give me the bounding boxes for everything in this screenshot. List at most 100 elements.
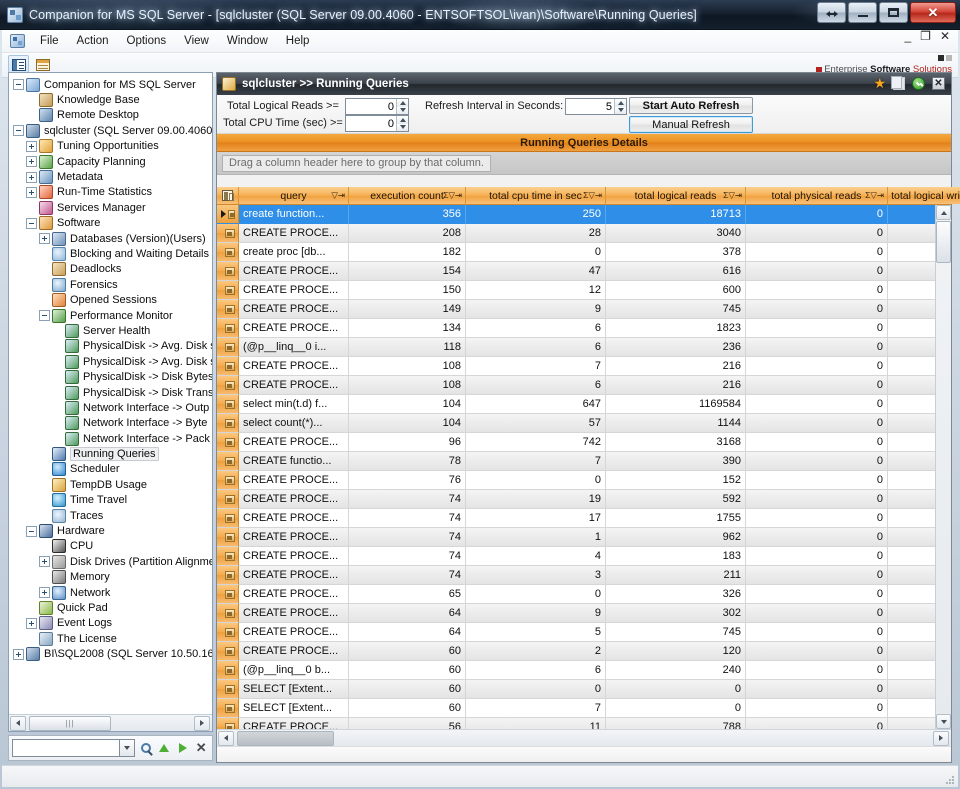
table-row[interactable]: CREATE PROCE... 76 0 152 0 (217, 471, 951, 490)
tree-item-running-queries[interactable]: Running Queries (11, 446, 212, 462)
tree-item-metadata[interactable]: Metadata (11, 169, 212, 185)
grid-scroll-right-button[interactable] (933, 730, 949, 746)
tree-item-event-logs[interactable]: Event Logs (11, 616, 212, 631)
table-row[interactable]: (@p__linq__0 b... 60 6 240 0 (217, 661, 951, 680)
spin-up-button[interactable] (397, 99, 408, 107)
group-by-panel[interactable]: Drag a column header here to group by th… (217, 152, 951, 175)
grid-column-header-query[interactable]: query ▽⇥ (239, 187, 349, 204)
maximize-button[interactable] (879, 2, 908, 23)
spin-up-button[interactable] (615, 99, 626, 107)
tree-item-companion-for-ms-sql-server[interactable]: Companion for MS SQL Server (11, 77, 212, 92)
table-row[interactable]: CREATE PROCE... 74 3 211 0 (217, 566, 951, 585)
tree-item-tempdb-usage[interactable]: TempDB Usage (11, 477, 212, 492)
row-indicator[interactable] (217, 395, 239, 414)
table-row[interactable]: CREATE PROCE... 74 1 962 0 (217, 528, 951, 547)
column-chooser-button[interactable] (217, 187, 239, 204)
column-filter-sort-icons[interactable]: Σ▽⇥ (865, 190, 884, 201)
expand-icon[interactable] (39, 233, 50, 245)
expand-icon[interactable] (26, 617, 37, 629)
row-indicator[interactable] (217, 452, 239, 471)
tree-item-network-interface-outp[interactable]: Network Interface -> Outp (11, 400, 212, 415)
tree-item-deadlocks[interactable]: Deadlocks (11, 262, 212, 277)
favorite-star-icon[interactable]: ★ (873, 76, 886, 90)
tree-item-network[interactable]: Network (11, 585, 212, 600)
minimize-button[interactable] (848, 2, 877, 23)
table-row[interactable]: CREATE PROCE... 56 11 788 0 (217, 718, 951, 729)
grid-body[interactable]: create function... 356 250 18713 0 CREATE PRO… (217, 205, 951, 729)
column-filter-sort-icons[interactable]: Σ▽⇥ (583, 190, 602, 201)
expand-icon[interactable] (26, 171, 37, 183)
logical-reads-input[interactable] (346, 99, 396, 114)
grid-hscroll-thumb[interactable] (237, 730, 334, 746)
mdi-close-button[interactable]: ✕ (940, 30, 950, 42)
table-row[interactable]: select min(t.d) f... 104 647 1169584 0 (217, 395, 951, 414)
start-auto-refresh-button[interactable]: Start Auto Refresh (629, 97, 753, 114)
tree-item-tuning-opportunities[interactable]: Tuning Opportunities (11, 139, 212, 154)
table-row[interactable]: CREATE functio... 78 7 390 0 (217, 452, 951, 471)
tree-item-time-travel[interactable]: Time Travel (11, 493, 212, 508)
table-row[interactable]: CREATE PROCE... 134 6 1823 0 (217, 319, 951, 338)
tree-item-databases-version-users[interactable]: Databases (Version)(Users) (11, 231, 212, 246)
row-indicator[interactable] (217, 718, 239, 729)
collapse-icon[interactable] (39, 310, 50, 322)
row-indicator[interactable] (217, 490, 239, 509)
refresh-interval-input[interactable] (566, 99, 614, 114)
logical-reads-spin-buttons[interactable] (396, 99, 408, 114)
row-indicator[interactable] (217, 300, 239, 319)
row-indicator[interactable] (217, 547, 239, 566)
table-row[interactable]: CREATE PROCE... 74 17 1755 0 (217, 509, 951, 528)
row-indicator[interactable] (217, 661, 239, 680)
table-row[interactable]: CREATE PROCE... 74 19 592 0 (217, 490, 951, 509)
row-indicator[interactable] (217, 281, 239, 300)
collapse-icon[interactable] (13, 125, 24, 137)
tree-item-the-license[interactable]: The License (11, 631, 212, 646)
tree-item-network-interface-byte[interactable]: Network Interface -> Byte (11, 416, 212, 431)
table-row[interactable]: CREATE PROCE... 108 7 216 0 (217, 357, 951, 376)
table-row[interactable]: (@p__linq__0 i... 118 6 236 0 (217, 338, 951, 357)
tree-scroll-right-button[interactable] (194, 715, 210, 731)
table-row[interactable]: CREATE PROCE... 149 9 745 0 (217, 300, 951, 319)
collapse-icon[interactable] (13, 79, 24, 91)
tree-item-sqlcluster-sql-server-09-00-4060[interactable]: sqlcluster (SQL Server 09.00.4060 - (11, 123, 212, 138)
tree-item-physicaldisk-avg-disk-s[interactable]: PhysicalDisk -> Avg. Disk s (11, 339, 212, 354)
collapse-icon[interactable] (26, 217, 37, 229)
menu-item-view[interactable]: View (175, 32, 218, 50)
grid-column-header-total-logical-writes[interactable]: total logical writes (888, 187, 960, 204)
collapse-icon[interactable] (26, 525, 37, 537)
grid-column-header-total-physical-reads[interactable]: total physical reads Σ▽⇥ (746, 187, 888, 204)
table-row[interactable]: CREATE PROCE... 96 742 3168 0 (217, 433, 951, 452)
close-document-icon[interactable]: ✕ (932, 76, 945, 90)
tree-item-remote-desktop[interactable]: Remote Desktop (11, 108, 212, 123)
grid-vertical-scrollbar[interactable] (935, 205, 951, 729)
column-filter-sort-icons[interactable]: ▽⇥ (331, 190, 345, 201)
copy-icon[interactable] (891, 75, 905, 90)
tree-item-software[interactable]: Software (11, 216, 212, 231)
tree-item-knowledge-base[interactable]: Knowledge Base (11, 92, 212, 108)
grid-column-header-execution-count[interactable]: execution count Σ▽⇥ (349, 187, 466, 204)
table-row[interactable]: CREATE PROCE... 154 47 616 0 (217, 262, 951, 281)
table-row[interactable]: CREATE PROCE... 64 5 745 0 (217, 623, 951, 642)
tree-scroll-left-button[interactable] (10, 715, 26, 731)
grid-horizontal-scrollbar[interactable] (217, 729, 951, 746)
row-indicator[interactable] (217, 205, 239, 224)
row-indicator[interactable] (217, 566, 239, 585)
tree-item-opened-sessions[interactable]: Opened Sessions (11, 292, 212, 308)
manual-refresh-button[interactable]: Manual Refresh (629, 116, 753, 133)
find-previous-button[interactable] (156, 740, 172, 757)
spin-down-button[interactable] (397, 123, 408, 131)
menu-item-file[interactable]: File (31, 32, 68, 50)
expand-icon[interactable] (26, 156, 37, 168)
search-input[interactable] (12, 739, 120, 757)
grid-scroll-up-button[interactable] (936, 205, 951, 220)
tree-item-hardware[interactable]: Hardware (11, 523, 212, 539)
row-indicator[interactable] (217, 585, 239, 604)
table-row[interactable]: create proc [db... 182 0 378 0 (217, 243, 951, 262)
close-button[interactable]: ✕ (910, 2, 956, 23)
expand-icon[interactable] (39, 587, 50, 599)
row-indicator[interactable] (217, 699, 239, 718)
navigation-tree[interactable]: Companion for MS SQL Server Knowledge Bas… (9, 73, 212, 713)
row-indicator[interactable] (217, 528, 239, 547)
spin-down-button[interactable] (397, 106, 408, 114)
aero-restore-button[interactable] (817, 2, 846, 23)
tree-item-server-health[interactable]: Server Health (11, 323, 212, 338)
